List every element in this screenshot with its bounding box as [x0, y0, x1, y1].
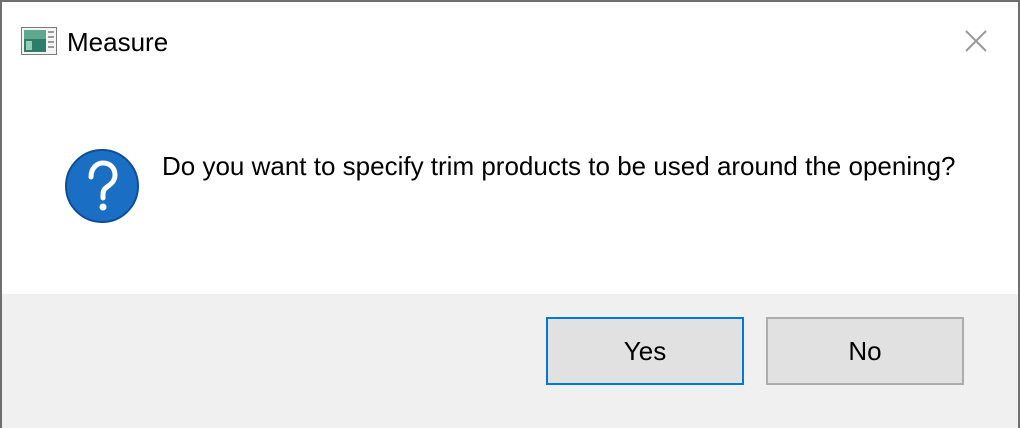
message-area: Do you want to specify trim products to …	[2, 82, 1018, 294]
no-button[interactable]: No	[766, 317, 964, 385]
message-dialog: Measure Do you want to specify trim prod…	[0, 0, 1020, 428]
close-button[interactable]	[948, 16, 1004, 66]
question-icon	[64, 148, 140, 224]
window-title: Measure	[67, 27, 169, 57]
yes-button[interactable]: Yes	[546, 317, 744, 385]
measure-app-icon	[21, 27, 57, 55]
button-bar: Yes No	[2, 294, 1018, 428]
message-text: Do you want to specify trim products to …	[162, 151, 956, 181]
title-bar[interactable]: Measure	[2, 2, 1018, 82]
